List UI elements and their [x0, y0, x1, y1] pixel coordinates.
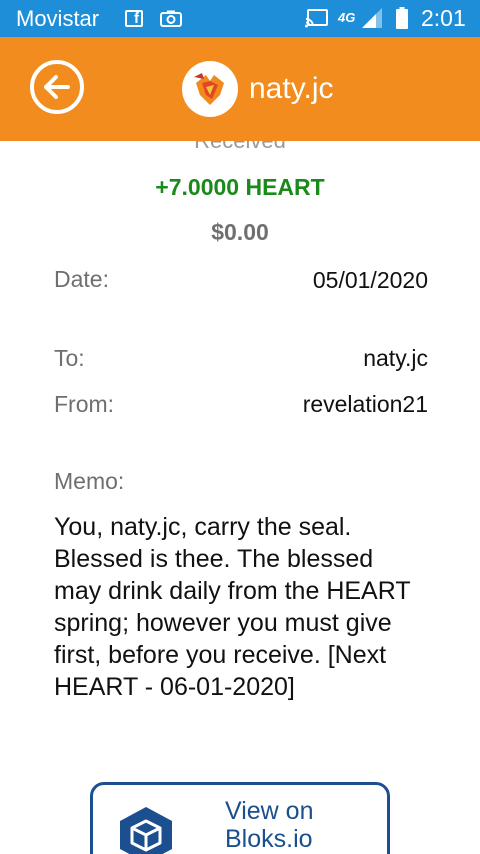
arrow-left-icon	[44, 75, 70, 99]
back-button[interactable]	[30, 60, 84, 114]
view-on-bloks-button[interactable]: View on Bloks.io	[90, 782, 390, 854]
camera-icon	[160, 10, 182, 27]
to-label: To:	[54, 345, 85, 371]
battery-icon	[396, 7, 408, 29]
carrier-name: Movistar	[16, 6, 100, 31]
transaction-details: Received +7.0000 HEART $0.00 Date: 05/01…	[0, 141, 480, 854]
usd-value: $0.00	[211, 219, 269, 245]
transaction-amount: +7.0000 HEART	[155, 174, 325, 200]
from-label: From:	[54, 391, 115, 417]
date-value: 05/01/2020	[312, 267, 428, 293]
heart-logo-icon	[194, 73, 224, 105]
signal-icon	[362, 8, 382, 28]
view-on-bloks-label: View on Bloks.io	[225, 797, 314, 853]
facebook-icon: f	[125, 10, 143, 27]
date-label: Date:	[54, 266, 109, 292]
transaction-type: Received	[0, 141, 480, 154]
status-bar: Movistar f 4G 2:01	[0, 0, 480, 37]
from-value: revelation21	[302, 391, 428, 417]
cast-icon	[305, 9, 328, 28]
memo-text: You, naty.jc, carry the seal. Blessed is…	[54, 513, 411, 701]
header-account-name: naty.jc	[249, 72, 334, 105]
app-header: naty.jc	[0, 37, 480, 141]
bloks-cube-icon	[120, 807, 172, 854]
memo-label: Memo:	[54, 468, 125, 494]
clock: 2:01	[421, 5, 466, 31]
network-type: 4G	[338, 10, 356, 25]
to-value: naty.jc	[363, 345, 428, 371]
avatar	[182, 61, 238, 117]
